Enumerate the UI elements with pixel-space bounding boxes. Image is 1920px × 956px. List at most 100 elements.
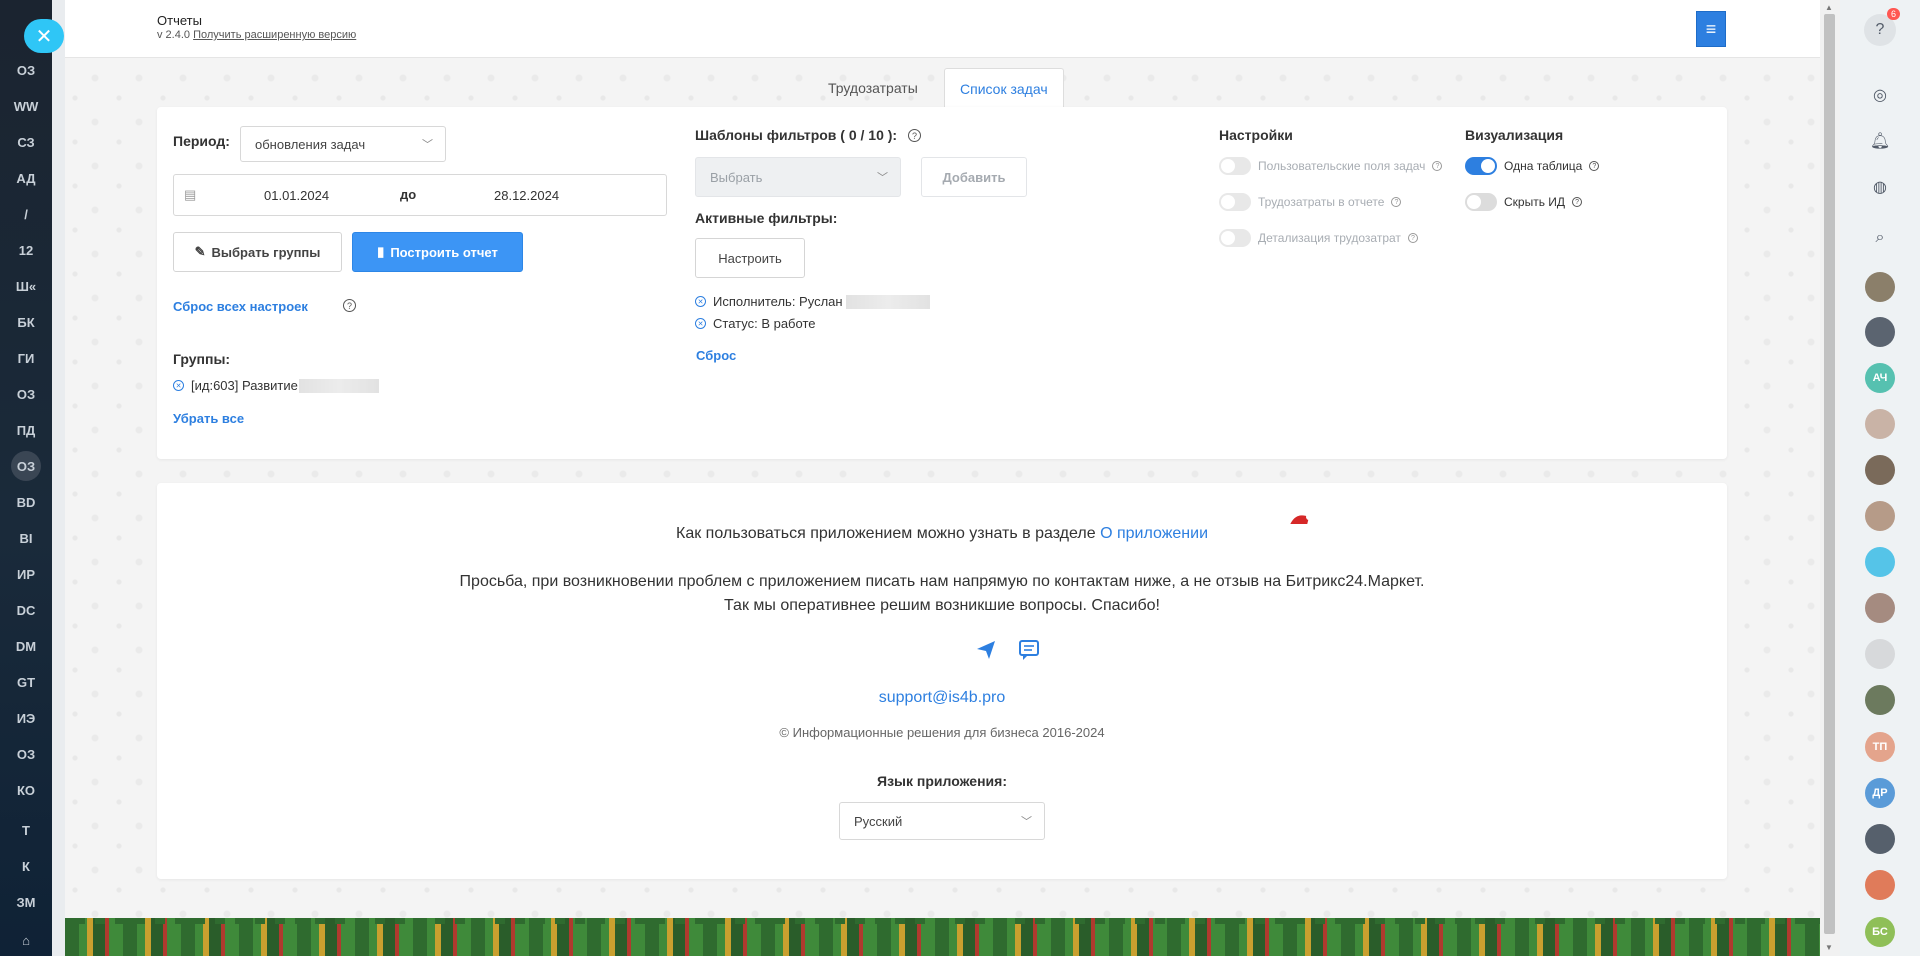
sidebar-item[interactable]: 12 bbox=[0, 235, 52, 265]
sidebar-item[interactable]: ИЭ bbox=[0, 703, 52, 733]
build-report-button[interactable]: ▮ Построить отчет bbox=[352, 232, 523, 272]
configure-filters-button[interactable]: Настроить bbox=[695, 238, 805, 278]
scrollbar[interactable]: ▲ ▼ bbox=[1820, 0, 1840, 956]
avatar[interactable] bbox=[1865, 639, 1895, 669]
remove-icon[interactable]: ✕ bbox=[173, 380, 184, 391]
select-groups-button[interactable]: ✎ Выбрать группы bbox=[173, 232, 342, 272]
help-icon[interactable]: ? bbox=[908, 129, 921, 142]
chevron-down-icon: ﹀ bbox=[877, 172, 888, 184]
period-select[interactable]: обновления задач ﹀ bbox=[240, 126, 446, 162]
telegram-icon[interactable] bbox=[975, 639, 997, 661]
hamburger-menu-button[interactable]: ≡ bbox=[1696, 11, 1726, 47]
scroll-up-icon[interactable]: ▲ bbox=[1825, 3, 1833, 12]
sidebar-item[interactable]: ЗМ bbox=[0, 887, 52, 917]
remove-all-groups-link[interactable]: Убрать все bbox=[173, 411, 244, 426]
toggle-switch[interactable] bbox=[1219, 157, 1251, 175]
avatar[interactable] bbox=[1865, 824, 1895, 854]
help-icon[interactable]: ? bbox=[1432, 161, 1443, 171]
date-from-input[interactable]: 01.01.2024 bbox=[264, 188, 329, 203]
avatar[interactable] bbox=[1865, 409, 1895, 439]
toggle-single-table[interactable]: Одна таблица ? bbox=[1465, 157, 1600, 175]
help-icon[interactable]: ? bbox=[1572, 197, 1583, 207]
remove-icon[interactable]: ✕ bbox=[695, 296, 706, 307]
about-app-link[interactable]: О приложении bbox=[1100, 525, 1208, 542]
bell-icon[interactable]: 🔔︎ bbox=[1864, 125, 1896, 157]
avatar[interactable]: ТП bbox=[1865, 732, 1895, 762]
sidebar-item[interactable]: БК bbox=[0, 307, 52, 337]
avatar[interactable] bbox=[1865, 455, 1895, 485]
add-template-button[interactable]: Добавить bbox=[921, 157, 1027, 197]
toggle-switch[interactable] bbox=[1465, 193, 1497, 211]
toggle-switch[interactable] bbox=[1219, 229, 1251, 247]
tab-labor-costs[interactable]: Трудозатраты bbox=[813, 68, 933, 108]
filter-template-select[interactable]: Выбрать ﹀ bbox=[695, 157, 901, 197]
avatar[interactable] bbox=[1865, 317, 1895, 347]
sidebar-item-active[interactable]: ОЗ bbox=[0, 451, 52, 481]
language-select[interactable]: Русский ﹀ bbox=[839, 802, 1045, 840]
avatar[interactable] bbox=[1865, 272, 1895, 302]
help-icon[interactable]: ? 6 bbox=[1864, 8, 1900, 46]
filter-templates-label: Шаблоны фильтров ( 0 / 10 ): bbox=[695, 127, 898, 143]
help-icon[interactable]: ? bbox=[1407, 233, 1418, 243]
scroll-thumb[interactable] bbox=[1824, 14, 1835, 934]
messages-icon[interactable]: ◍ bbox=[1864, 171, 1896, 203]
sidebar-item[interactable]: ОЗ bbox=[0, 379, 52, 409]
filter-tag-status: ✕ Статус: В работе bbox=[695, 316, 816, 331]
avatar[interactable] bbox=[1865, 501, 1895, 531]
toggle-hide-id[interactable]: Скрыть ИД ? bbox=[1465, 193, 1583, 211]
sidebar-item[interactable]: DC bbox=[0, 595, 52, 625]
avatar[interactable] bbox=[1865, 685, 1895, 715]
support-email-link[interactable]: support@is4b.pro bbox=[157, 689, 1727, 707]
tab-task-list[interactable]: Список задач bbox=[944, 68, 1064, 108]
toggle-switch[interactable] bbox=[1465, 157, 1497, 175]
upgrade-link[interactable]: Получить расширенную версию bbox=[193, 29, 356, 41]
sidebar-item[interactable]: WW bbox=[0, 91, 52, 121]
settings-label: Настройки bbox=[1219, 127, 1293, 143]
toggle-custom-fields[interactable]: Пользовательские поля задач ? bbox=[1219, 157, 1443, 175]
avatar[interactable]: БС bbox=[1865, 917, 1895, 947]
sidebar-item[interactable]: BD bbox=[0, 487, 52, 517]
date-to-label: до bbox=[400, 187, 417, 202]
toggle-labor-detail[interactable]: Детализация трудозатрат ? bbox=[1219, 229, 1418, 247]
chat-icon[interactable] bbox=[1018, 639, 1040, 661]
home-icon[interactable]: ⌂ bbox=[0, 925, 52, 955]
remove-icon[interactable]: ✕ bbox=[695, 318, 706, 329]
avatar[interactable]: АЧ bbox=[1865, 363, 1895, 393]
sidebar-item[interactable]: Т bbox=[0, 815, 52, 845]
sidebar-item[interactable]: ОЗ bbox=[0, 739, 52, 769]
sidebar-item[interactable]: DM bbox=[0, 631, 52, 661]
help-icon[interactable]: ? bbox=[343, 299, 356, 312]
sidebar-item[interactable]: ПД bbox=[0, 415, 52, 445]
toggle-labor-in-report[interactable]: Трудозатраты в отчете ? bbox=[1219, 193, 1402, 211]
sidebar-item[interactable]: ОЗ bbox=[0, 55, 52, 85]
sidebar-item[interactable]: Ш« bbox=[0, 271, 52, 301]
avatar[interactable] bbox=[1865, 593, 1895, 623]
copilot-icon[interactable]: ◎ bbox=[1864, 79, 1896, 111]
sidebar-item[interactable]: BI bbox=[0, 523, 52, 553]
help-icon[interactable]: ? bbox=[1391, 197, 1402, 207]
search-icon[interactable]: ⌕ bbox=[1864, 222, 1896, 254]
date-to-input[interactable]: 28.12.2024 bbox=[494, 188, 559, 203]
sidebar-item[interactable]: ИР bbox=[0, 559, 52, 589]
sidebar-item[interactable]: СЗ bbox=[0, 127, 52, 157]
help-icon[interactable]: ? bbox=[1589, 161, 1600, 171]
sidebar-item[interactable]: GT bbox=[0, 667, 52, 697]
reset-all-settings-link[interactable]: Сброс всех настроек bbox=[173, 299, 308, 314]
sidebar-item[interactable]: КО bbox=[0, 775, 52, 805]
calendar-icon[interactable]: ▤ bbox=[184, 187, 196, 203]
sidebar-item[interactable]: ГИ bbox=[0, 343, 52, 373]
redacted-text bbox=[298, 378, 379, 393]
app-frame: Отчеты v 2.4.0 Получить расширенную верс… bbox=[65, 0, 1820, 956]
menu-icon: ≡ bbox=[1705, 18, 1717, 39]
visualization-label: Визуализация bbox=[1465, 127, 1564, 143]
toggle-switch[interactable] bbox=[1219, 193, 1251, 211]
reset-filters-link[interactable]: Сброс bbox=[696, 348, 736, 363]
avatar[interactable] bbox=[1865, 870, 1895, 900]
sidebar-item[interactable]: / bbox=[0, 199, 52, 229]
sidebar-item[interactable]: К bbox=[0, 851, 52, 881]
sidebar-item[interactable]: АД bbox=[0, 163, 52, 193]
avatar[interactable] bbox=[1865, 547, 1895, 577]
scroll-down-icon[interactable]: ▼ bbox=[1825, 943, 1833, 952]
avatar[interactable]: ДР bbox=[1865, 778, 1895, 808]
close-app-button[interactable]: ✕ bbox=[24, 19, 64, 53]
